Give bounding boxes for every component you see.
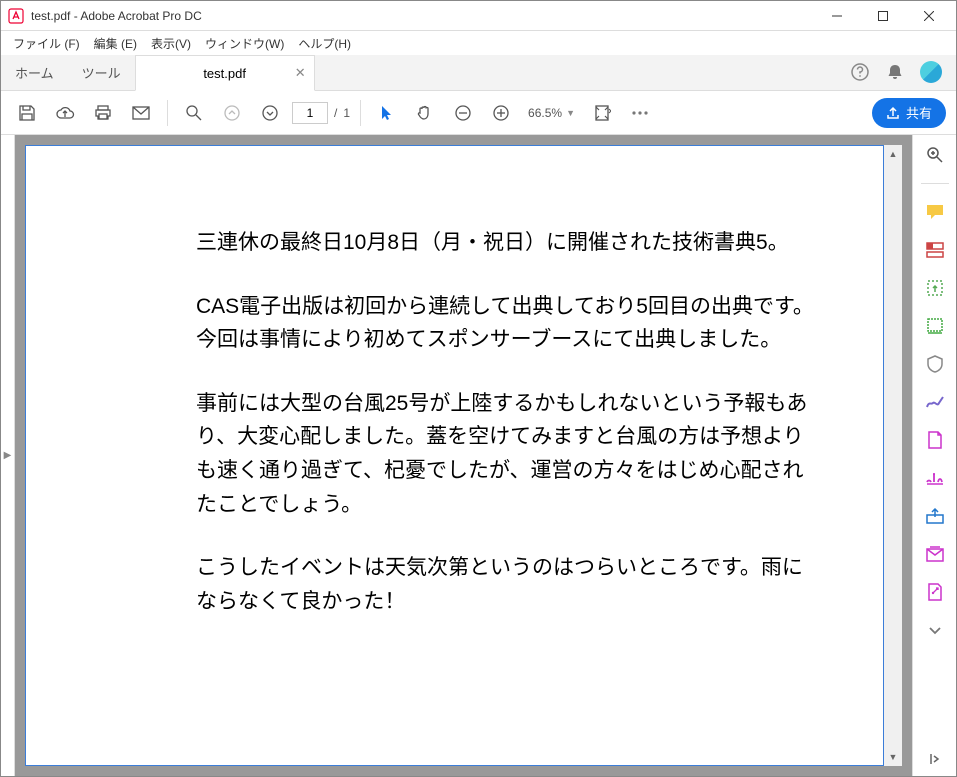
close-window-button[interactable] — [906, 1, 952, 31]
left-panel-handle[interactable]: ▶ — [1, 135, 15, 776]
share-button[interactable]: 共有 — [872, 98, 946, 128]
maximize-button[interactable] — [860, 1, 906, 31]
menu-window[interactable]: ウィンドウ(W) — [199, 33, 290, 54]
share-icon — [886, 106, 900, 120]
tab-tools[interactable]: ツール — [68, 55, 135, 90]
toolbar: / 1 66.5% ▼ 共有 — [1, 91, 956, 135]
menu-help[interactable]: ヘルプ(H) — [292, 33, 357, 54]
paragraph-2: CAS電子出版は初回から連続して出典しており5回目の出典です。今回は事情により初… — [196, 290, 823, 357]
toolbar-separator — [167, 100, 168, 126]
notifications-icon[interactable] — [886, 63, 904, 81]
page-number-input[interactable] — [292, 102, 328, 124]
paragraph-4: こうしたイベントは天気次第というのはつらいところです。雨にならなくて良かった！ — [196, 551, 823, 618]
zoom-out-button[interactable] — [447, 97, 479, 129]
sign-tool-icon[interactable] — [923, 390, 947, 414]
toolbar-separator — [360, 100, 361, 126]
main-area: ▶ 三連休の最終日10月8日（月・祝日）に開催された技術書典5。 CAS電子出版… — [1, 135, 956, 776]
page-down-button[interactable] — [254, 97, 286, 129]
share-button-label: 共有 — [906, 103, 932, 122]
paragraph-1: 三連休の最終日10月8日（月・祝日）に開催された技術書典5。 — [196, 226, 823, 260]
zoom-level-label: 66.5% — [528, 106, 562, 120]
hand-tool-button[interactable] — [409, 97, 441, 129]
account-avatar[interactable] — [920, 61, 942, 83]
help-icon[interactable] — [850, 62, 870, 82]
compress-tool-icon[interactable] — [923, 580, 947, 604]
document-viewport[interactable]: 三連休の最終日10月8日（月・祝日）に開催された技術書典5。 CAS電子出版は初… — [15, 135, 912, 776]
combine-tool-icon[interactable] — [923, 542, 947, 566]
scroll-up-button[interactable]: ▲ — [884, 145, 902, 163]
right-tools-panel — [912, 135, 956, 776]
menu-view[interactable]: 表示(V) — [145, 33, 197, 54]
email-button[interactable] — [125, 97, 157, 129]
zoom-in-button[interactable] — [485, 97, 517, 129]
more-tools-icon[interactable] — [923, 618, 947, 642]
tab-close-icon[interactable]: ✕ — [295, 65, 306, 81]
search-panel-icon[interactable] — [923, 143, 947, 167]
organize-tool-icon[interactable] — [923, 314, 947, 338]
edit-text-tool-icon[interactable] — [923, 466, 947, 490]
panel-separator — [921, 183, 949, 184]
save-button[interactable] — [11, 97, 43, 129]
protect-tool-icon[interactable] — [923, 352, 947, 376]
collapse-panel-icon[interactable] — [923, 752, 947, 776]
window-title: test.pdf - Adobe Acrobat Pro DC — [31, 9, 814, 23]
cloud-button[interactable] — [49, 97, 81, 129]
page-indicator: / 1 — [292, 102, 350, 124]
page-total: 1 — [343, 106, 350, 120]
tab-document-label: test.pdf — [203, 66, 246, 81]
fill-sign-tool-icon[interactable] — [923, 238, 947, 262]
pdf-page: 三連休の最終日10月8日（月・祝日）に開催された技術書典5。 CAS電子出版は初… — [25, 145, 884, 766]
more-tools-button[interactable] — [624, 97, 656, 129]
page-separator: / — [334, 106, 337, 120]
tab-home[interactable]: ホーム — [1, 55, 68, 90]
fit-page-button[interactable] — [586, 97, 618, 129]
export-tool-icon[interactable] — [923, 276, 947, 300]
send-tool-icon[interactable] — [923, 504, 947, 528]
page-up-button[interactable] — [216, 97, 248, 129]
print-button[interactable] — [87, 97, 119, 129]
title-bar: test.pdf - Adobe Acrobat Pro DC — [1, 1, 956, 31]
paragraph-3: 事前には大型の台風25号が上陸するかもしれないという予報もあり、大変心配しました… — [196, 387, 823, 521]
chevron-down-icon: ▼ — [566, 108, 575, 118]
zoom-level-dropdown[interactable]: 66.5% ▼ — [523, 103, 580, 123]
vertical-scrollbar[interactable]: ▲ ▼ — [884, 145, 902, 766]
select-tool-button[interactable] — [371, 97, 403, 129]
tab-bar: ホーム ツール test.pdf ✕ — [1, 55, 956, 91]
comment-tool-icon[interactable] — [923, 200, 947, 224]
app-icon — [7, 7, 25, 25]
search-button[interactable] — [178, 97, 210, 129]
minimize-button[interactable] — [814, 1, 860, 31]
tab-document[interactable]: test.pdf ✕ — [135, 55, 315, 91]
menu-file[interactable]: ファイル (F) — [7, 33, 86, 54]
scroll-down-button[interactable]: ▼ — [884, 748, 902, 766]
menu-bar: ファイル (F) 編集 (E) 表示(V) ウィンドウ(W) ヘルプ(H) — [1, 31, 956, 55]
menu-edit[interactable]: 編集 (E) — [88, 33, 143, 54]
create-pdf-tool-icon[interactable] — [923, 428, 947, 452]
